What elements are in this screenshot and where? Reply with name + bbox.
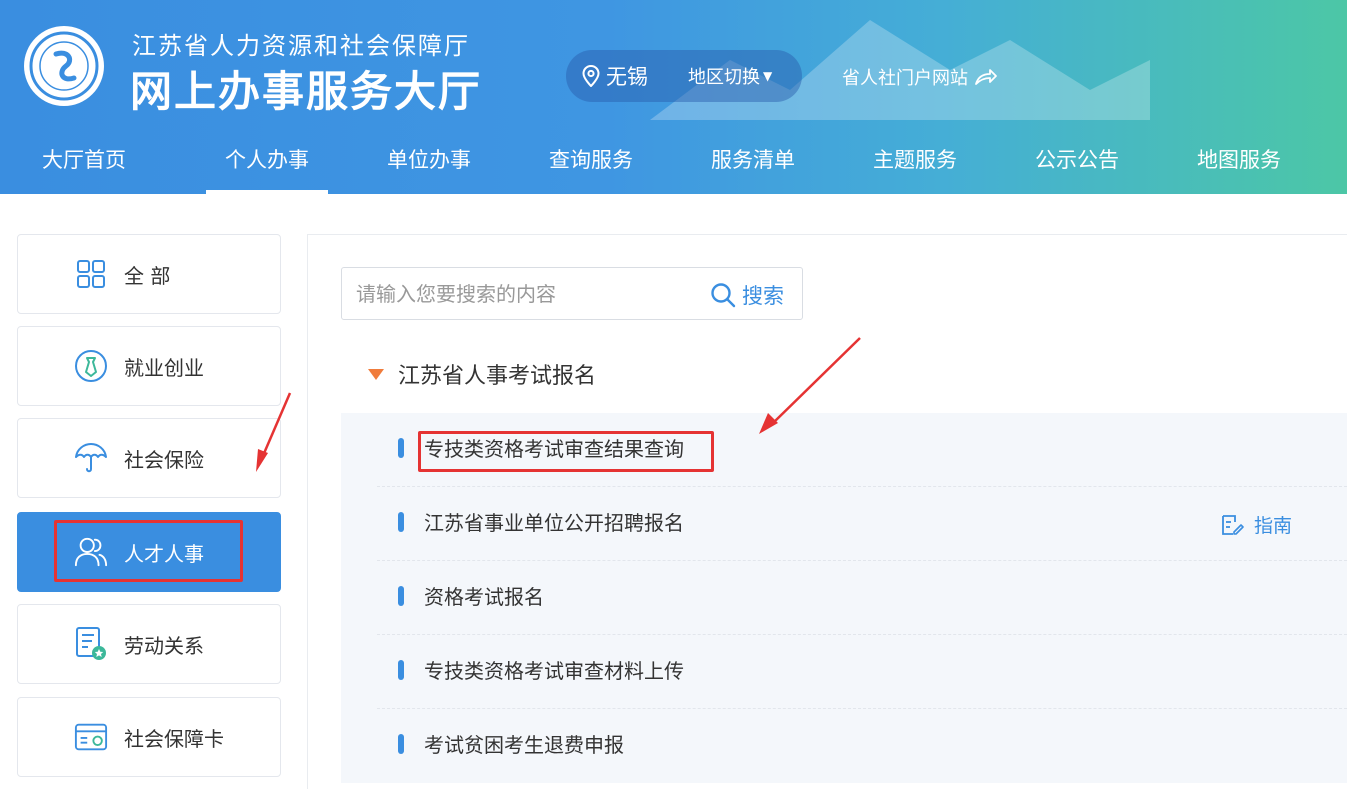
grid-icon bbox=[74, 257, 108, 291]
current-city: 无锡 bbox=[606, 65, 648, 89]
search-bar: 搜索 bbox=[341, 267, 803, 320]
list-item[interactable]: 江苏省事业单位公开招聘报名 指南 bbox=[377, 487, 1347, 561]
search-button-label: 搜索 bbox=[742, 284, 784, 308]
region-switch-button[interactable]: 地区切换 bbox=[688, 63, 760, 89]
site-subtitle: 江苏省人力资源和社会保障厅 bbox=[132, 32, 470, 60]
people-icon bbox=[74, 535, 108, 569]
nav-item-announcement[interactable]: 公示公告 bbox=[1015, 130, 1139, 194]
triangle-down-icon bbox=[368, 368, 384, 380]
guide-label: 指南 bbox=[1254, 515, 1293, 537]
nav-item-personal[interactable]: 个人办事 bbox=[206, 130, 328, 194]
tie-icon bbox=[74, 349, 108, 383]
list-item-label: 专技类资格考试审查材料上传 bbox=[424, 659, 684, 683]
group-header[interactable]: 江苏省人事考试报名 bbox=[368, 358, 596, 390]
list-item-label: 考试贫困考生退费申报 bbox=[424, 733, 624, 757]
guide-link[interactable]: 指南 bbox=[1220, 511, 1292, 538]
group-title: 江苏省人事考试报名 bbox=[398, 364, 597, 389]
sidebar-item-employment[interactable]: 就业创业 bbox=[17, 326, 281, 406]
site-title: 网上办事服务大厅 bbox=[130, 67, 483, 116]
nav-item-map[interactable]: 地图服务 bbox=[1177, 130, 1301, 194]
nav-item-service-list[interactable]: 服务清单 bbox=[691, 130, 815, 194]
sidebar-item-label: 就业创业 bbox=[124, 355, 204, 380]
portal-link-label: 省人社门户网站 bbox=[842, 68, 968, 89]
sidebar-item-social-insurance[interactable]: 社会保险 bbox=[17, 418, 281, 498]
sidebar-item-label: 社会保障卡 bbox=[124, 726, 224, 751]
location-pin-icon bbox=[582, 65, 600, 87]
search-icon bbox=[711, 283, 736, 308]
site-logo[interactable] bbox=[24, 26, 104, 106]
bullet-bar bbox=[398, 586, 404, 606]
sidebar-item-talent[interactable]: 人才人事 bbox=[17, 512, 281, 592]
sidebar-item-label: 社会保险 bbox=[124, 447, 204, 472]
main-nav: 大厅首页 个人办事 单位办事 查询服务 服务清单 主题服务 公示公告 地图服务 bbox=[0, 130, 1347, 194]
list-item[interactable]: 资格考试报名 bbox=[377, 561, 1347, 635]
sidebar-item-label: 劳动关系 bbox=[124, 633, 204, 658]
list-item[interactable]: 考试贫困考生退费申报 bbox=[377, 709, 1347, 783]
bullet-bar bbox=[398, 438, 404, 458]
search-input[interactable] bbox=[356, 280, 696, 308]
list-item[interactable]: 专技类资格考试审查结果查询 bbox=[377, 413, 1347, 487]
list-item-label: 江苏省事业单位公开招聘报名 bbox=[424, 511, 684, 535]
sidebar-item-all[interactable]: 全 部 bbox=[17, 234, 281, 314]
sidebar-item-social-security-card[interactable]: 社会保障卡 bbox=[17, 697, 281, 777]
umbrella-icon bbox=[74, 441, 108, 475]
emblem-icon bbox=[29, 31, 99, 101]
bullet-bar bbox=[398, 734, 404, 754]
sidebar-item-label: 全 部 bbox=[124, 263, 171, 288]
sidebar-item-label: 人才人事 bbox=[124, 541, 204, 566]
region-selector[interactable]: 无锡 地区切换 ▼ bbox=[566, 50, 802, 102]
list-item[interactable]: 专技类资格考试审查材料上传 bbox=[377, 635, 1347, 709]
list-item-label: 资格考试报名 bbox=[424, 585, 544, 609]
search-button[interactable]: 搜索 bbox=[710, 278, 784, 312]
nav-item-company[interactable]: 单位办事 bbox=[367, 130, 491, 194]
bullet-bar bbox=[398, 512, 404, 532]
nav-item-query[interactable]: 查询服务 bbox=[529, 130, 653, 194]
portal-link[interactable]: 省人社门户网站 bbox=[842, 64, 998, 90]
share-arrow-icon bbox=[975, 69, 997, 85]
list-item-label: 专技类资格考试审查结果查询 bbox=[424, 437, 684, 461]
service-list: 专技类资格考试审查结果查询 江苏省事业单位公开招聘报名 指南 资格考试报名 专技… bbox=[341, 413, 1347, 783]
contract-icon bbox=[74, 627, 108, 661]
sidebar-item-labor-relations[interactable]: 劳动关系 bbox=[17, 604, 281, 684]
guide-document-icon bbox=[1222, 514, 1244, 535]
nav-item-home[interactable]: 大厅首页 bbox=[22, 130, 146, 194]
caret-down-icon: ▼ bbox=[763, 69, 773, 83]
card-icon bbox=[74, 720, 108, 754]
nav-item-theme[interactable]: 主题服务 bbox=[853, 130, 977, 194]
bullet-bar bbox=[398, 660, 404, 680]
site-header: 江苏省人力资源和社会保障厅 网上办事服务大厅 无锡 地区切换 ▼ 省人社门户网站… bbox=[0, 0, 1347, 194]
